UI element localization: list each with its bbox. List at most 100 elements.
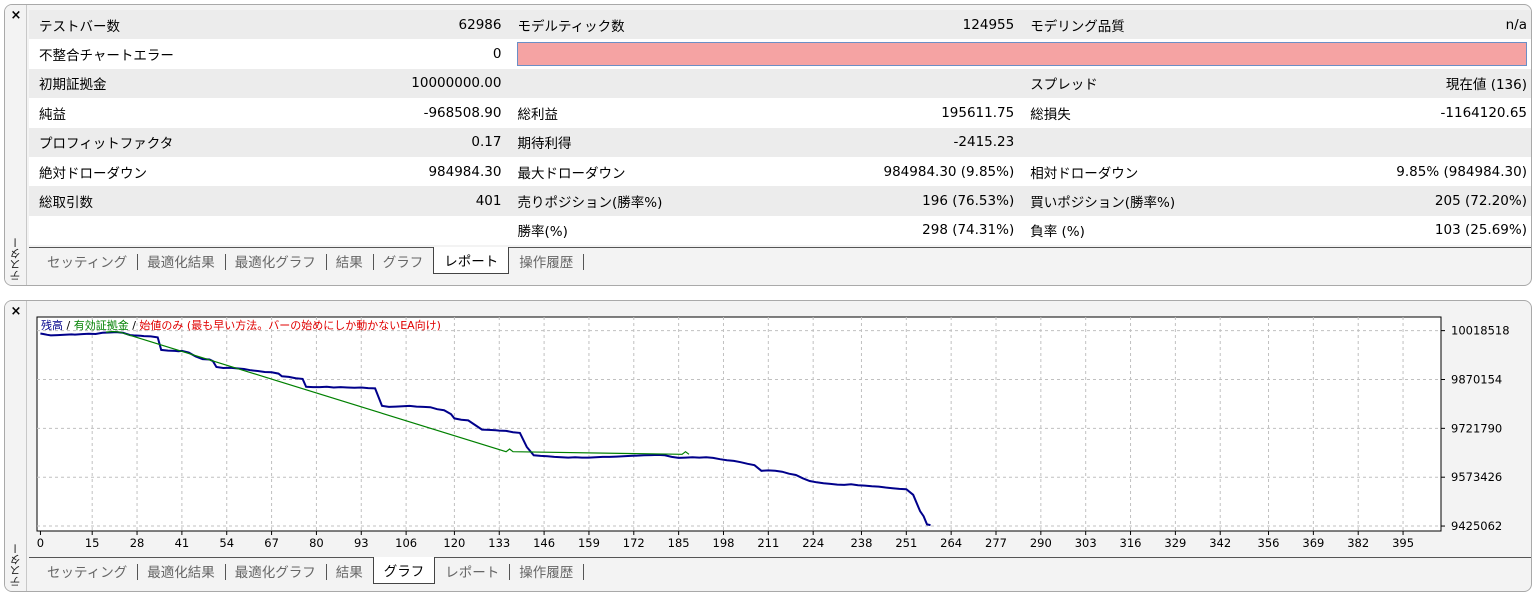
- report-label: プロフィットファクタ: [29, 127, 392, 157]
- tab-separator: [583, 558, 593, 584]
- report-label: 買いポジション(勝率%): [1020, 186, 1387, 216]
- report-value: [391, 215, 508, 246]
- report-label: 売りポジション(勝率%): [507, 186, 874, 216]
- report-label: 最大ドローダウン: [507, 156, 874, 187]
- tab-3[interactable]: 結果: [325, 248, 373, 274]
- report-value: 298 (74.31%): [873, 215, 1021, 246]
- x-tick-label: 264: [940, 536, 962, 550]
- tester-panel-report: × テスター テストバー数 62986 モデルティック数 124955 モデリング品質 n…: [4, 4, 1532, 286]
- x-tick-label: 54: [219, 536, 234, 550]
- x-tick-label: 28: [130, 536, 145, 550]
- x-tick-label: 382: [1347, 536, 1369, 550]
- report-value: 現在値 (136): [1386, 68, 1531, 99]
- report-label: モデルティック数: [507, 10, 874, 40]
- x-tick-label: 93: [354, 536, 369, 550]
- report-value: 10000000.00: [391, 68, 508, 99]
- x-tick-label: 316: [1120, 536, 1142, 550]
- report-label: 相対ドローダウン: [1020, 156, 1387, 187]
- tab-2[interactable]: 最適化グラフ: [224, 248, 326, 274]
- report-label: 不整合チャートエラー: [29, 39, 392, 69]
- legend-item: /: [129, 319, 140, 332]
- x-tick-label: 277: [985, 536, 1007, 550]
- report-value: n/a: [1386, 10, 1531, 40]
- tab-3[interactable]: 結果: [325, 558, 373, 584]
- x-tick-label: 211: [757, 536, 779, 550]
- tab-6[interactable]: 操作履歴: [509, 558, 583, 584]
- tab-2[interactable]: 最適化グラフ: [224, 558, 326, 584]
- mismatch-error-bar-cell: [507, 39, 1531, 69]
- report-value: -1164120.65: [1386, 98, 1531, 128]
- report-value: [873, 68, 1021, 99]
- x-tick-label: 329: [1164, 536, 1186, 550]
- mismatch-error-bar: [517, 42, 1527, 67]
- x-tick-label: 41: [175, 536, 190, 550]
- report-label: 絶対ドローダウン: [29, 156, 392, 187]
- tester-tab-bar: セッティング 最適化結果 最適化グラフ 結果 グラフ レポート 操作履歴: [29, 247, 1531, 275]
- tab-1[interactable]: 最適化結果: [137, 558, 225, 584]
- tab-list: セッティング 最適化結果 最適化グラフ 結果 グラフ レポート 操作履歴: [29, 247, 1531, 274]
- tab-5[interactable]: レポート: [433, 247, 510, 274]
- x-tick-label: 238: [850, 536, 872, 550]
- close-icon[interactable]: ×: [9, 9, 23, 23]
- tester-sidebar: × テスター: [5, 301, 27, 591]
- report-value: 0.17: [391, 127, 508, 157]
- report-value: 196 (76.53%): [873, 186, 1021, 216]
- chart-legend: 残高 / 有効証拠金 / 始値のみ (最も早い方法。バーの始めにしか動かないEA…: [41, 318, 441, 332]
- report-table: テストバー数 62986 モデルティック数 124955 モデリング品質 n/a 不整合チャ…: [29, 10, 1531, 246]
- tester-panel-graph: × テスター 0 15 28 41 54 67 80 93 106 120 133 146 159 172…: [4, 300, 1532, 592]
- x-tick-label: 198: [713, 536, 735, 550]
- x-tick-label: 106: [395, 536, 417, 550]
- report-label: 総取引数: [29, 186, 392, 216]
- report-value: -968508.90: [391, 98, 508, 128]
- report-label: [29, 215, 392, 246]
- report-row: テストバー数 62986 モデルティック数 124955 モデリング品質 n/a: [29, 10, 1531, 40]
- x-tick-label: 120: [443, 536, 465, 550]
- report-row: 初期証拠金 10000000.00 スプレッド 現在値 (136): [29, 68, 1531, 99]
- tab-0[interactable]: セッティング: [37, 248, 137, 274]
- x-tick-label: 251: [895, 536, 917, 550]
- report-value: 103 (25.69%): [1386, 215, 1531, 246]
- report-label: 期待利得: [507, 127, 874, 157]
- report-label: 勝率(%): [507, 215, 874, 246]
- tab-5[interactable]: レポート: [435, 558, 509, 584]
- close-icon[interactable]: ×: [9, 305, 23, 319]
- tester-vertical-tab[interactable]: テスター: [7, 531, 25, 587]
- tester-sidebar: × テスター: [5, 5, 27, 285]
- report-row: 純益 -968508.90 総利益 195611.75 総損失 -1164120.65: [29, 98, 1531, 128]
- report-value: 984984.30 (9.85%): [873, 156, 1021, 187]
- report-value: [1386, 127, 1531, 157]
- tab-4[interactable]: グラフ: [372, 557, 436, 584]
- y-tick-label: 9573426: [1451, 470, 1502, 484]
- legend-item: 有効証拠金: [74, 318, 129, 332]
- report-value: 205 (72.20%): [1386, 186, 1531, 216]
- report-label: 初期証拠金: [29, 68, 392, 99]
- report-label: 負率 (%): [1020, 215, 1387, 246]
- report-value: -2415.23: [873, 127, 1021, 157]
- x-tick-label: 224: [802, 536, 824, 550]
- report-value: 124955: [873, 10, 1021, 40]
- report-label: スプレッド: [1020, 68, 1387, 99]
- y-tick-label: 9870154: [1451, 373, 1502, 387]
- report-label: [507, 68, 874, 99]
- tab-4[interactable]: グラフ: [372, 248, 434, 274]
- tester-vertical-tab[interactable]: テスター: [7, 225, 25, 281]
- tab-separator: [583, 248, 593, 274]
- report-label: 純益: [29, 98, 392, 128]
- report-value: 0: [391, 39, 508, 69]
- report-label: 総損失: [1020, 98, 1387, 128]
- tab-0[interactable]: セッティング: [37, 558, 137, 584]
- tab-list: セッティング 最適化結果 最適化グラフ 結果 グラフ レポート 操作履歴: [29, 557, 1531, 584]
- legend-item: 残高: [41, 318, 63, 332]
- report-row: 総取引数 401 売りポジション(勝率%) 196 (76.53%) 買いポジション(勝…: [29, 186, 1531, 216]
- x-tick-label: 0: [37, 536, 44, 550]
- tab-1[interactable]: 最適化結果: [137, 248, 225, 274]
- x-tick-label: 185: [668, 536, 690, 550]
- y-tick-label: 9721790: [1451, 421, 1502, 435]
- tab-6[interactable]: 操作履歴: [509, 248, 583, 274]
- legend-item: /: [63, 319, 74, 332]
- report-row: 不整合チャートエラー 0: [29, 39, 1531, 69]
- legend-item: 始値のみ (最も早い方法。バーの始めにしか動かないEA向け): [139, 318, 441, 332]
- x-tick-label: 395: [1392, 536, 1414, 550]
- tester-tab-bar: セッティング 最適化結果 最適化グラフ 結果 グラフ レポート 操作履歴: [29, 557, 1531, 585]
- report-label: テストバー数: [29, 10, 392, 40]
